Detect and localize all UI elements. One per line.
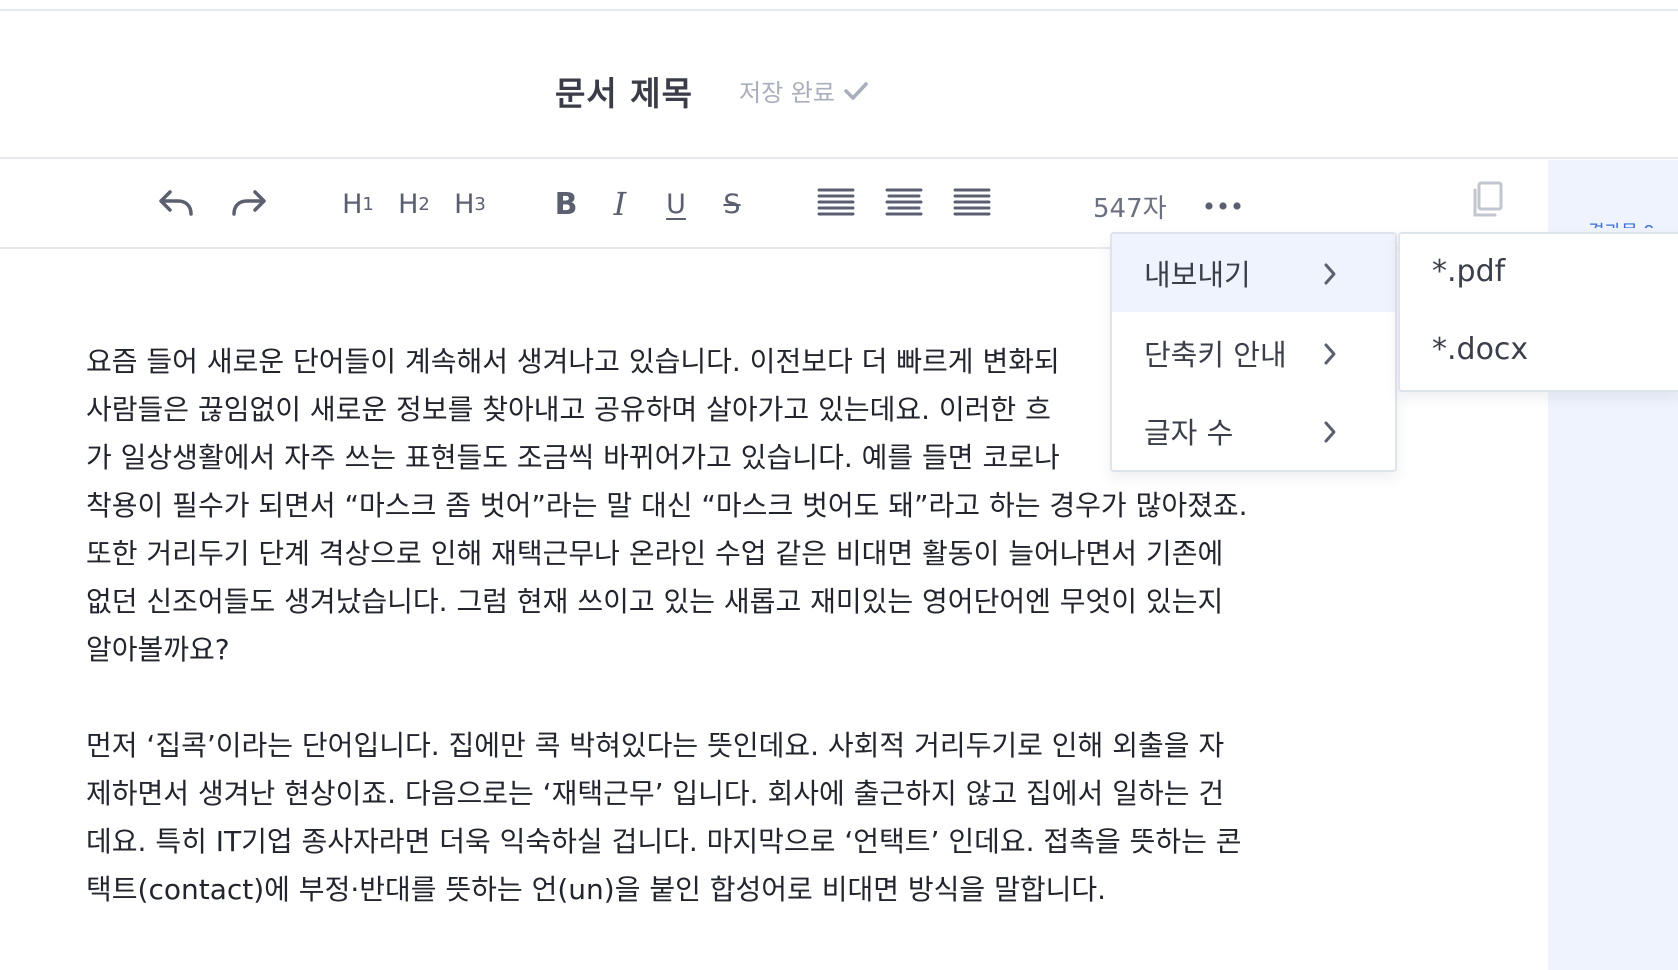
heading1-sub: 1 bbox=[362, 193, 374, 215]
character-count: 547자 bbox=[1093, 194, 1167, 224]
save-status-text: 저장 완료 bbox=[739, 79, 835, 107]
align-left-button[interactable] bbox=[816, 182, 856, 226]
heading3-button[interactable]: H3 bbox=[448, 182, 492, 226]
document-title[interactable]: 문서 제목 bbox=[555, 67, 693, 115]
align-center-icon bbox=[885, 186, 923, 222]
undo-button[interactable] bbox=[152, 182, 200, 226]
align-left-icon bbox=[817, 186, 855, 222]
menu-item-char-count[interactable]: 글자 수 bbox=[1112, 392, 1395, 470]
menu-item-shortcuts[interactable]: 단축키 안내 bbox=[1112, 314, 1395, 392]
align-center-button[interactable] bbox=[884, 182, 924, 226]
chevron-right-icon bbox=[1322, 418, 1338, 452]
redo-icon bbox=[229, 186, 269, 222]
underline-label: U bbox=[666, 188, 686, 220]
more-horizontal-icon bbox=[1204, 196, 1242, 215]
copy-button[interactable] bbox=[1470, 181, 1504, 223]
strikethrough-button[interactable]: S bbox=[714, 182, 750, 226]
window-top-strip bbox=[0, 0, 1678, 11]
redo-button[interactable] bbox=[225, 182, 273, 226]
menu-item-label: 단축키 안내 bbox=[1144, 338, 1287, 372]
export-docx-option[interactable]: *.docx bbox=[1432, 332, 1528, 367]
heading2-label: H bbox=[398, 188, 419, 220]
chevron-right-icon bbox=[1322, 340, 1338, 374]
more-options-menu: 내보내기 단축키 안내 글자 수 bbox=[1110, 232, 1397, 472]
save-status: 저장 완료 bbox=[739, 73, 869, 108]
menu-item-export[interactable]: 내보내기 bbox=[1112, 234, 1395, 312]
heading3-sub: 3 bbox=[474, 193, 486, 215]
italic-label: I bbox=[613, 185, 627, 223]
align-justify-button[interactable] bbox=[952, 182, 992, 226]
heading2-sub: 2 bbox=[418, 193, 430, 215]
underline-button[interactable]: U bbox=[658, 182, 694, 226]
copy-icon bbox=[1470, 181, 1504, 223]
bold-label: B bbox=[554, 186, 578, 222]
strikethrough-label: S bbox=[723, 188, 741, 220]
heading1-button[interactable]: H1 bbox=[336, 182, 380, 226]
export-pdf-option[interactable]: *.pdf bbox=[1432, 254, 1505, 289]
bold-button[interactable]: B bbox=[548, 182, 584, 226]
heading3-label: H bbox=[454, 188, 475, 220]
export-submenu: *.pdf *.docx bbox=[1398, 232, 1678, 392]
menu-item-label: 글자 수 bbox=[1144, 416, 1234, 450]
align-justify-icon bbox=[953, 186, 991, 222]
undo-icon bbox=[156, 186, 196, 222]
heading2-button[interactable]: H2 bbox=[392, 182, 436, 226]
more-options-button[interactable] bbox=[1203, 190, 1243, 220]
menu-item-label: 내보내기 bbox=[1144, 258, 1251, 292]
right-panel-label[interactable]: 결과물 9 bbox=[1588, 218, 1678, 228]
title-bar: 문서 제목 저장 완료 bbox=[0, 11, 1678, 159]
chevron-right-icon bbox=[1322, 260, 1338, 294]
italic-button[interactable]: I bbox=[602, 182, 638, 226]
heading1-label: H bbox=[342, 188, 363, 220]
check-icon bbox=[843, 80, 869, 102]
paragraph[interactable]: 먼저 ‘집콕’이라는 단어입니다. 집에만 콕 박혀있다는 뜻인데요. 사회적 … bbox=[86, 722, 1336, 914]
